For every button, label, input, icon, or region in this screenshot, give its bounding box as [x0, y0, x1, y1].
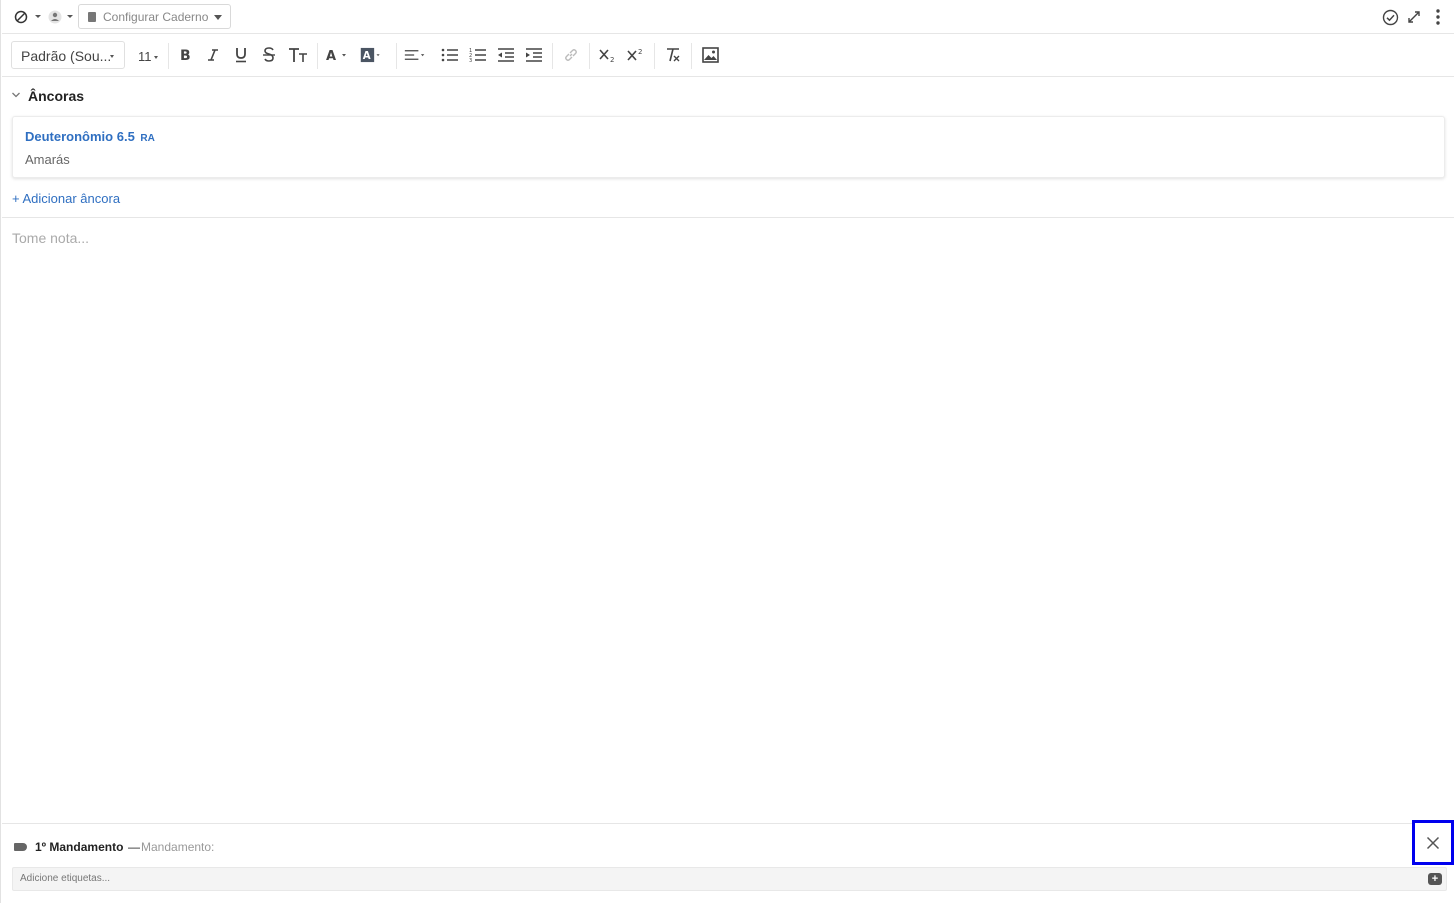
anchor-reference-link[interactable]: Deuteronômio 6.5 RA [25, 129, 155, 144]
chevron-down-icon [110, 55, 114, 58]
superscript-icon[interactable]: 2 [625, 44, 647, 66]
no-style-icon[interactable] [12, 8, 30, 26]
tags-input[interactable]: Adicione etiquetas... + [12, 867, 1447, 891]
check-circle-icon[interactable] [1381, 8, 1399, 26]
chevron-down-icon [214, 15, 222, 20]
chevron-down-icon[interactable] [67, 15, 73, 18]
outdent-icon[interactable] [495, 44, 517, 66]
insert-image-icon[interactable] [699, 44, 721, 66]
format-toolbar: Padrão (Sou... 11 B A A 1 2 3 2 2 [2, 35, 1454, 77]
link-icon[interactable] [560, 44, 582, 66]
chevron-down-icon [12, 92, 20, 98]
tags-placeholder: Adicione etiquetas... [20, 873, 111, 884]
tag-name: 1º Mandamento [35, 840, 124, 854]
note-header-bar: Configurar Caderno [2, 0, 1454, 34]
add-anchor-link[interactable]: + Adicionar âncora [12, 191, 120, 206]
align-left-icon[interactable] [404, 44, 426, 66]
tag-separator: — [128, 840, 140, 854]
font-size-value: 11 [138, 49, 152, 64]
add-tag-icon[interactable]: + [1428, 873, 1442, 885]
strikethrough-icon[interactable] [258, 44, 280, 66]
font-family-select[interactable]: Padrão (Sou... [11, 41, 125, 69]
user-share-icon[interactable] [46, 8, 64, 26]
note-editor-panel: Configurar Caderno Padrão (Sou... 11 B A… [0, 0, 1454, 903]
bold-icon[interactable]: B [174, 44, 196, 66]
svg-text:A: A [363, 51, 371, 62]
anchors-title: Âncoras [28, 88, 85, 104]
indent-icon[interactable] [523, 44, 545, 66]
note-placeholder: Tome nota... [12, 230, 90, 246]
note-footer: 1º Mandamento — Mandamento: Adicione eti… [2, 820, 1454, 903]
svg-text:2: 2 [610, 56, 614, 63]
toolbar-divider [552, 43, 553, 69]
notebook-select[interactable]: Configurar Caderno [78, 4, 231, 29]
toolbar-divider [396, 43, 397, 69]
chevron-down-icon[interactable] [35, 15, 41, 18]
close-icon [1426, 836, 1440, 849]
svg-text:3: 3 [469, 58, 472, 63]
chevron-down-icon [154, 56, 158, 59]
font-family-value: Padrão (Sou... [21, 48, 112, 64]
toolbar-divider [691, 43, 692, 69]
anchor-card[interactable]: Deuteronômio 6.5 RA Amarás [12, 116, 1445, 178]
svg-text:B: B [180, 48, 191, 62]
tag-type: Mandamento: [141, 840, 215, 854]
anchor-reference: Deuteronômio 6.5 [25, 129, 135, 144]
notebook-label: Configurar Caderno [103, 10, 209, 24]
anchor-subtitle: Amarás [25, 152, 70, 167]
bullet-list-icon[interactable] [439, 44, 461, 66]
svg-text:A: A [326, 49, 336, 62]
toolbar-divider [317, 43, 318, 69]
toolbar-divider [589, 43, 590, 69]
notebook-icon [88, 12, 96, 22]
expand-icon[interactable] [1405, 8, 1423, 26]
font-color-icon[interactable]: A [325, 44, 347, 66]
tag-icon [14, 843, 27, 851]
font-size-select[interactable]: 11 [134, 41, 164, 69]
text-size-icon[interactable] [287, 44, 309, 66]
toolbar-divider [168, 43, 169, 69]
numbered-list-icon[interactable]: 123 [467, 44, 489, 66]
clear-format-icon[interactable] [662, 44, 684, 66]
more-options-icon[interactable] [1429, 8, 1447, 26]
svg-text:2: 2 [638, 48, 642, 56]
underline-icon[interactable] [230, 44, 252, 66]
italic-icon[interactable] [202, 44, 224, 66]
toolbar-divider [654, 43, 655, 69]
close-button[interactable] [1412, 820, 1454, 865]
highlight-color-icon[interactable]: A [360, 44, 382, 66]
note-text-area[interactable]: Tome nota... [2, 218, 1454, 823]
subscript-icon[interactable]: 2 [597, 44, 619, 66]
anchor-version: RA [140, 133, 155, 144]
